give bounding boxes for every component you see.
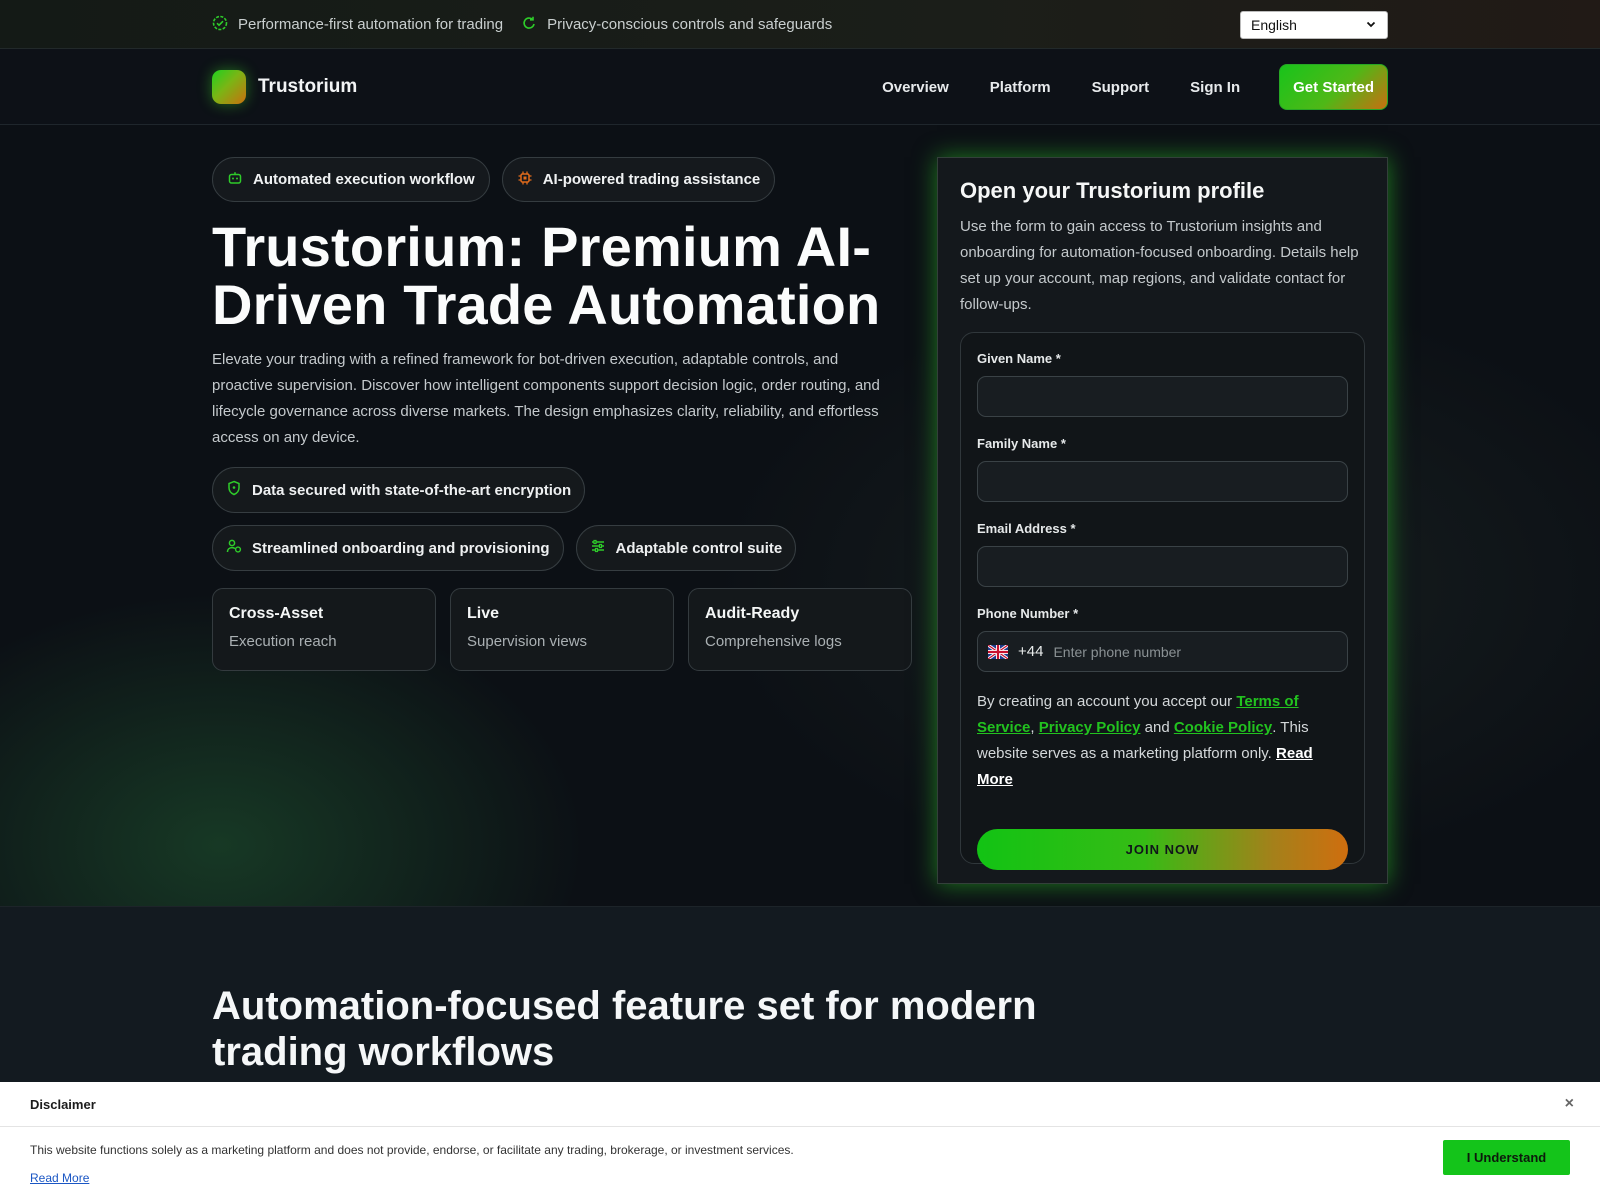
user-plus-icon — [226, 538, 252, 558]
signup-card: Open your Trustorium profile Use the for… — [937, 157, 1388, 884]
topbar-performance: Performance-first automation for trading — [212, 15, 503, 35]
brand-name[interactable]: Trustorium — [258, 76, 357, 98]
chip-ai-assistance: AI-powered trading assistance — [501, 157, 776, 202]
signup-form: Given Name * Family Name * Email Address… — [960, 332, 1365, 870]
stat-subtitle: Execution reach — [229, 633, 337, 650]
topbar-privacy-text: Privacy-conscious controls and safeguard… — [547, 16, 833, 33]
site-header: Trustorium Overview Platform Support Sig… — [0, 49, 1600, 125]
phone-country-code[interactable]: +44 — [1018, 643, 1043, 660]
stat-title: Live — [467, 605, 500, 622]
privacy-link[interactable]: Privacy Policy — [1039, 719, 1141, 736]
get-started-button[interactable]: Get Started — [1279, 64, 1388, 110]
join-now-button[interactable]: JOIN NOW — [977, 829, 1348, 870]
top-bar: Performance-first automation for trading… — [0, 0, 1600, 49]
feature-onboarding: Streamlined onboarding and provisioning — [212, 525, 564, 571]
legal-prefix: By creating an account you accept our — [977, 693, 1237, 710]
phone-label: Phone Number * — [977, 606, 1079, 621]
stat-card: Live Supervision views — [450, 588, 674, 671]
feature-onboarding-label: Streamlined onboarding and provisioning — [252, 539, 550, 557]
given-name-label: Given Name * — [977, 351, 1061, 366]
phone-input[interactable]: +44 Enter phone number — [977, 631, 1348, 672]
chip-icon — [517, 170, 543, 190]
topbar-performance-text: Performance-first automation for trading — [238, 16, 504, 33]
disclaimer-title: Disclaimer — [30, 1096, 96, 1112]
stat-card: Audit-Ready Comprehensive logs — [688, 588, 912, 671]
language-value: English — [1251, 16, 1297, 33]
feature-encryption: Data secured with state-of-the-art encry… — [212, 467, 586, 513]
signup-description: Use the form to gain access to Trustoriu… — [960, 218, 1359, 313]
disclaimer-header: Disclaimer × — [0, 1082, 1600, 1127]
stat-title: Cross-Asset — [229, 605, 324, 622]
given-name-input[interactable] — [977, 376, 1348, 417]
hero-lead: Elevate your trading with a refined fram… — [212, 351, 880, 446]
stat-card: Cross-Asset Execution reach — [212, 588, 436, 671]
logo-mark[interactable] — [212, 70, 246, 104]
features-title: Automation-focused feature set for moder… — [212, 984, 1037, 1074]
feature-encryption-label: Data secured with state-of-the-art encry… — [252, 481, 572, 499]
shield-refresh-icon — [521, 15, 547, 35]
legal-comma: , — [1030, 719, 1035, 736]
chip-automated-execution-label: Automated execution workflow — [253, 171, 475, 188]
nav-support[interactable]: Support — [1092, 79, 1150, 96]
chip-automated-execution: Automated execution workflow — [212, 157, 490, 202]
feature-control-suite: Adaptable control suite — [575, 525, 797, 571]
cookie-link[interactable]: Cookie Policy — [1174, 719, 1272, 736]
language-select[interactable]: English — [1240, 10, 1388, 39]
family-name-label: Family Name * — [977, 436, 1066, 451]
feature-pills: Data secured with state-of-the-art encry… — [212, 467, 912, 583]
robot-icon — [227, 170, 253, 190]
feature-control-suite-label: Adaptable control suite — [615, 539, 783, 557]
uk-flag-icon[interactable] — [987, 643, 1009, 660]
disclaimer-text: This website functions solely as a marke… — [30, 1143, 794, 1157]
legal-and: and — [1140, 719, 1174, 736]
signup-title: Open your Trustorium profile — [960, 178, 1265, 203]
chevron-down-icon — [1365, 17, 1377, 33]
shield-icon — [226, 480, 252, 500]
badge-check-icon — [212, 15, 238, 35]
main-nav: Overview Platform Support Sign In Get St… — [841, 64, 1388, 110]
disclaimer-read-more[interactable]: Read More — [30, 1171, 89, 1185]
email-label: Email Address * — [977, 521, 1076, 536]
nav-platform[interactable]: Platform — [990, 79, 1051, 96]
stat-subtitle: Supervision views — [467, 633, 588, 650]
family-name-input[interactable] — [977, 461, 1348, 502]
hero-section: Automated execution workflow AI-powered … — [0, 125, 1600, 907]
nav-sign-in[interactable]: Sign In — [1190, 79, 1240, 96]
i-understand-button[interactable]: I Understand — [1443, 1140, 1570, 1175]
stat-title: Audit-Ready — [705, 605, 800, 622]
disclaimer-banner: Disclaimer × This website functions sole… — [0, 1082, 1600, 1200]
topbar-privacy: Privacy-conscious controls and safeguard… — [521, 15, 832, 35]
legal-text: By creating an account you accept our Te… — [977, 689, 1348, 793]
hero-chips: Automated execution workflow AI-powered … — [212, 157, 787, 202]
nav-overview[interactable]: Overview — [882, 79, 949, 96]
chip-ai-assistance-label: AI-powered trading assistance — [542, 171, 761, 188]
email-input[interactable] — [977, 546, 1348, 587]
sliders-icon — [590, 538, 616, 558]
stat-subtitle: Comprehensive logs — [705, 633, 842, 650]
stat-cards: Cross-Asset Execution reach Live Supervi… — [212, 588, 926, 671]
close-icon[interactable]: × — [1565, 1095, 1574, 1113]
disclaimer-body: This website functions solely as a marke… — [0, 1127, 1600, 1187]
hero-title: Trustorium: Premium AI-Driven Trade Auto… — [212, 215, 881, 336]
phone-placeholder: Enter phone number — [1053, 643, 1182, 660]
